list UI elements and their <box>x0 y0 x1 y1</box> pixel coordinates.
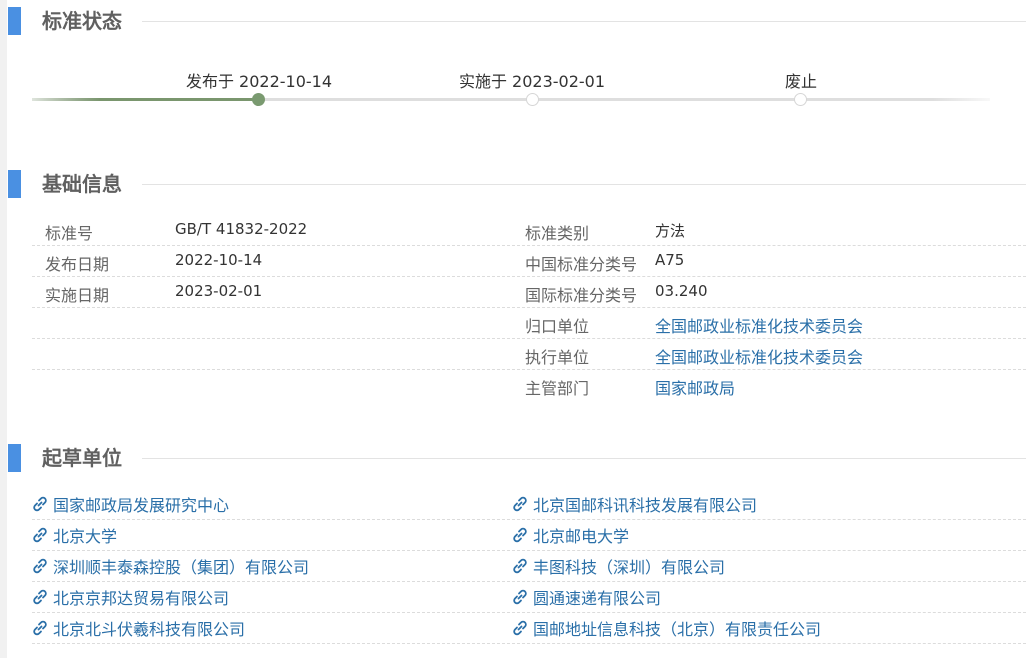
drafting-unit-name[interactable]: 北京北斗伏羲科技有限公司 <box>53 616 245 640</box>
info-value: 2022-10-14 <box>175 251 263 269</box>
competent-department-link[interactable]: 国家邮政局 <box>655 375 735 399</box>
link-icon <box>513 620 527 636</box>
drafting-unit-name[interactable]: 圆通速递有限公司 <box>533 585 661 609</box>
info-value: 方法 <box>655 222 686 240</box>
drafting-unit-item[interactable]: 北京北斗伏羲科技有限公司 <box>32 613 510 644</box>
status-timeline: 发布于 2022-10-14 实施于 2023-02-01 废止 <box>0 60 1026 120</box>
section-accent-bar <box>8 170 21 198</box>
drafting-unit-item[interactable]: 北京大学 <box>32 520 510 551</box>
drafting-unit-item[interactable]: 北京邮电大学 <box>512 520 1026 551</box>
link-icon <box>33 589 47 605</box>
section-divider <box>142 184 1026 185</box>
drafting-unit-item[interactable]: 深圳顺丰泰森控股（集团）有限公司 <box>32 551 510 582</box>
link-icon <box>33 558 47 574</box>
link-icon <box>513 496 527 512</box>
info-row-ics: 国际标准分类号 03.240 <box>512 277 1026 308</box>
section-header-drafters: 起草单位 <box>8 444 1026 472</box>
link-icon <box>513 589 527 605</box>
link-icon <box>33 527 47 543</box>
section-accent-bar <box>8 444 21 472</box>
drafting-unit-item[interactable]: 北京京邦达贸易有限公司 <box>32 582 510 613</box>
info-label: 发布日期 <box>45 255 110 274</box>
info-value: A75 <box>655 251 685 269</box>
drafting-unit-item[interactable]: 丰图科技（深圳）有限公司 <box>512 551 1026 582</box>
info-row-standard-number: 标准号 GB/T 41832-2022 <box>32 215 510 246</box>
info-value: GB/T 41832-2022 <box>175 220 308 238</box>
section-accent-bar <box>8 7 21 35</box>
drafting-unit-name[interactable]: 北京国邮科讯科技发展有限公司 <box>533 492 757 516</box>
timeline-progress <box>32 98 258 101</box>
info-row-implement-date: 实施日期 2023-02-01 <box>32 277 510 308</box>
drafting-unit-item[interactable]: 圆通速递有限公司 <box>512 582 1026 613</box>
drafting-unit-name[interactable]: 丰图科技（深圳）有限公司 <box>533 554 725 578</box>
info-label: 归口单位 <box>525 317 590 336</box>
drafting-unit-item[interactable]: 国邮地址信息科技（北京）有限责任公司 <box>512 613 1026 644</box>
info-value: 2023-02-01 <box>175 282 263 300</box>
section-header-status: 标准状态 <box>8 7 1026 35</box>
executing-unit-link[interactable]: 全国邮政业标准化技术委员会 <box>655 344 863 368</box>
info-label: 中国标准分类号 <box>525 255 638 274</box>
drafting-unit-name[interactable]: 北京大学 <box>53 523 117 547</box>
info-label: 标准类别 <box>525 224 590 243</box>
section-divider <box>142 458 1026 459</box>
link-icon <box>513 558 527 574</box>
technical-committee-link[interactable]: 全国邮政业标准化技术委员会 <box>655 313 863 337</box>
drafting-unit-item[interactable]: 北京国邮科讯科技发展有限公司 <box>512 489 1026 520</box>
link-icon <box>33 620 47 636</box>
timeline-label-abolished: 废止 <box>784 72 818 91</box>
info-row-category: 标准类别 方法 <box>512 215 1026 246</box>
drafting-unit-name[interactable]: 国家邮政局发展研究中心 <box>53 492 229 516</box>
link-icon <box>513 527 527 543</box>
drafting-unit-name[interactable]: 北京邮电大学 <box>533 523 629 547</box>
timeline-label-implemented: 实施于 2023-02-01 <box>458 72 606 91</box>
timeline-label-published: 发布于 2022-10-14 <box>185 72 333 91</box>
section-title: 基础信息 <box>42 172 122 196</box>
info-row-publish-date: 发布日期 2022-10-14 <box>32 246 510 277</box>
timeline-dot-published <box>252 93 265 106</box>
drafting-unit-name[interactable]: 国邮地址信息科技（北京）有限责任公司 <box>533 616 821 640</box>
section-divider <box>142 21 1026 22</box>
section-header-basic: 基础信息 <box>8 170 1026 198</box>
info-row-ccs: 中国标准分类号 A75 <box>512 246 1026 277</box>
timeline-dot-implemented <box>526 93 539 106</box>
info-label: 国际标准分类号 <box>525 286 638 305</box>
section-title: 起草单位 <box>42 446 122 470</box>
info-value: 03.240 <box>655 282 708 300</box>
info-row-empty <box>32 308 510 339</box>
drafting-unit-name[interactable]: 深圳顺丰泰森控股（集团）有限公司 <box>53 554 309 578</box>
info-label: 标准号 <box>45 224 94 243</box>
info-row-competent-department: 主管部门 国家邮政局 <box>512 370 1026 401</box>
info-row-empty <box>32 339 510 370</box>
info-label: 执行单位 <box>525 348 590 367</box>
drafting-unit-name[interactable]: 北京京邦达贸易有限公司 <box>53 585 229 609</box>
info-row-technical-committee: 归口单位 全国邮政业标准化技术委员会 <box>512 308 1026 339</box>
drafting-unit-item[interactable]: 国家邮政局发展研究中心 <box>32 489 510 520</box>
info-label: 主管部门 <box>525 379 590 398</box>
section-title: 标准状态 <box>42 9 122 33</box>
info-row-executing-unit: 执行单位 全国邮政业标准化技术委员会 <box>512 339 1026 370</box>
timeline-dot-abolished <box>794 93 807 106</box>
link-icon <box>33 496 47 512</box>
info-label: 实施日期 <box>45 286 110 305</box>
